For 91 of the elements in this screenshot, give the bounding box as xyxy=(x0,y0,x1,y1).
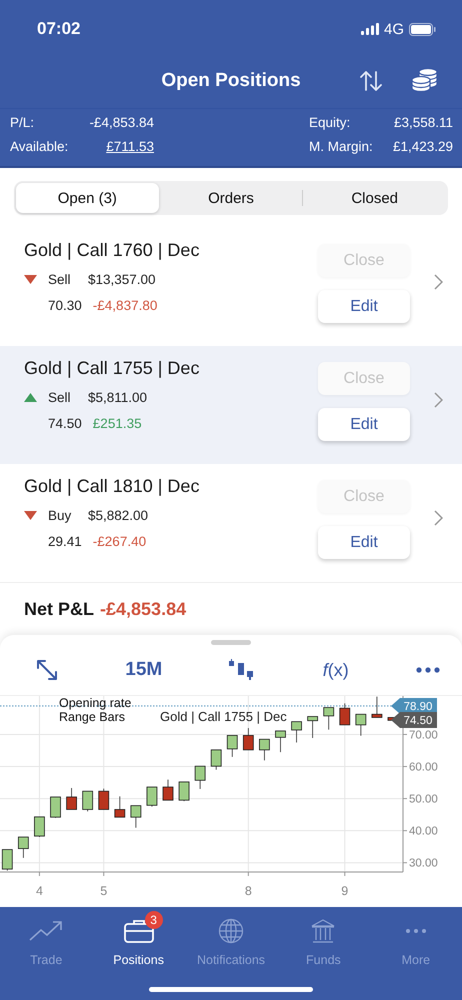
price-tag: 74.50 xyxy=(391,712,437,728)
falling-candle xyxy=(66,788,77,810)
rising-candle xyxy=(275,730,286,752)
chevron-icon xyxy=(434,392,443,408)
position-price: 29.41 xyxy=(48,534,82,548)
position-side: Sell xyxy=(48,390,72,404)
net-value: -£4,853.84 xyxy=(100,598,186,620)
falling-candle xyxy=(162,779,174,801)
battery-icon xyxy=(409,22,436,36)
summary-label: M. Margin: xyxy=(309,138,373,156)
net-label: Net P&L xyxy=(24,598,94,620)
position-pnl: -£267.40 xyxy=(92,534,146,548)
rising-candle xyxy=(210,749,222,770)
tab[interactable]: Closed xyxy=(303,183,446,213)
summary-value: -£4,853.84 xyxy=(89,115,154,132)
rising-candle xyxy=(146,786,158,807)
position-side: Sell xyxy=(48,272,72,286)
coins-icon[interactable] xyxy=(411,67,439,93)
falling-candle xyxy=(242,728,254,750)
edit-button[interactable]: Edit xyxy=(318,408,410,441)
globe-icon xyxy=(218,918,244,944)
drag-handle[interactable] xyxy=(211,640,251,645)
trend-icon xyxy=(29,920,64,942)
chevron-icon xyxy=(434,510,443,526)
summary-value: £1,423.29 xyxy=(392,138,453,156)
rising-candle xyxy=(130,805,142,828)
rising-candle xyxy=(2,849,13,872)
position-price: 70.30 xyxy=(48,298,82,312)
tab[interactable]: Open (3) xyxy=(16,183,159,213)
rising-candle xyxy=(291,721,302,743)
position-title: Gold | Call 1810 | Dec xyxy=(24,476,200,497)
position-amount: $5,811.00 xyxy=(88,390,148,404)
falling-candle xyxy=(372,696,382,718)
summary-label: P/L: xyxy=(10,115,34,132)
position-pnl: £251.35 xyxy=(92,416,142,430)
rising-candle xyxy=(323,707,334,730)
network-label: 4G xyxy=(384,20,404,38)
rising-candle xyxy=(194,766,206,790)
price-tag: 78.90 xyxy=(391,698,437,714)
rising-candle xyxy=(307,716,318,738)
rising-candle xyxy=(226,735,238,758)
edit-button[interactable]: Edit xyxy=(318,290,410,323)
rising-candle xyxy=(34,816,45,838)
count-badge: 3 xyxy=(144,911,163,929)
edit-button[interactable]: Edit xyxy=(318,526,410,559)
rising-candle xyxy=(18,836,29,858)
nav-tab[interactable]: 3 Positions xyxy=(92,909,185,969)
position-title: Gold | Call 1760 | Dec xyxy=(24,240,200,261)
bank-icon xyxy=(310,918,336,944)
tab[interactable]: Orders xyxy=(160,183,302,213)
x-axis-label: 9 xyxy=(341,884,348,898)
expand-icon[interactable] xyxy=(36,659,58,681)
falling-candle xyxy=(339,702,350,726)
rising-candle xyxy=(82,790,94,812)
chart-instrument: Gold | Call 1755 | Dec xyxy=(160,709,287,724)
y-axis-label: 40.00 xyxy=(409,826,438,838)
page-title: Open Positions xyxy=(161,70,301,92)
y-axis-label: 30.00 xyxy=(409,858,438,870)
chevron-icon xyxy=(434,274,443,290)
position-price: 74.50 xyxy=(48,416,82,430)
x-axis-label: 8 xyxy=(244,884,252,898)
candlestick-icon[interactable] xyxy=(229,659,256,681)
chart-legend: Range Bars xyxy=(59,710,126,724)
rising-candle xyxy=(50,796,61,818)
rising-candle xyxy=(178,782,190,802)
position-side: Buy xyxy=(48,508,72,522)
position-pnl: -£4,837.80 xyxy=(92,298,158,312)
status-time: 07:02 xyxy=(37,19,80,39)
position-title: Gold | Call 1755 | Dec xyxy=(24,358,200,379)
interval-button[interactable]: 15M xyxy=(125,659,162,681)
x-axis-label: 5 xyxy=(100,884,108,898)
position-amount: $5,882.00 xyxy=(88,508,148,522)
summary-label: Available: xyxy=(10,138,68,156)
chart-legend: Opening rate xyxy=(59,696,132,710)
functions-button[interactable]: f(x) xyxy=(322,660,349,680)
more-icon xyxy=(404,928,427,934)
summary-value: £3,558.11 xyxy=(394,115,453,132)
falling-candle xyxy=(114,796,126,818)
sort-icon[interactable] xyxy=(359,70,383,92)
y-axis-label: 50.00 xyxy=(409,794,438,806)
falling-candle xyxy=(98,788,110,810)
x-axis-label: 4 xyxy=(36,884,43,898)
rising-candle xyxy=(355,714,366,736)
summary-link[interactable]: £711.53 xyxy=(106,138,154,160)
signal-icon xyxy=(360,23,379,35)
summary-label: Equity: xyxy=(309,115,350,132)
position-amount: $13,357.00 xyxy=(88,272,156,286)
y-axis-label: 70.00 xyxy=(409,729,438,742)
rising-candle xyxy=(259,738,270,761)
more-icon[interactable] xyxy=(416,667,440,673)
y-axis-label: 60.00 xyxy=(409,762,438,774)
